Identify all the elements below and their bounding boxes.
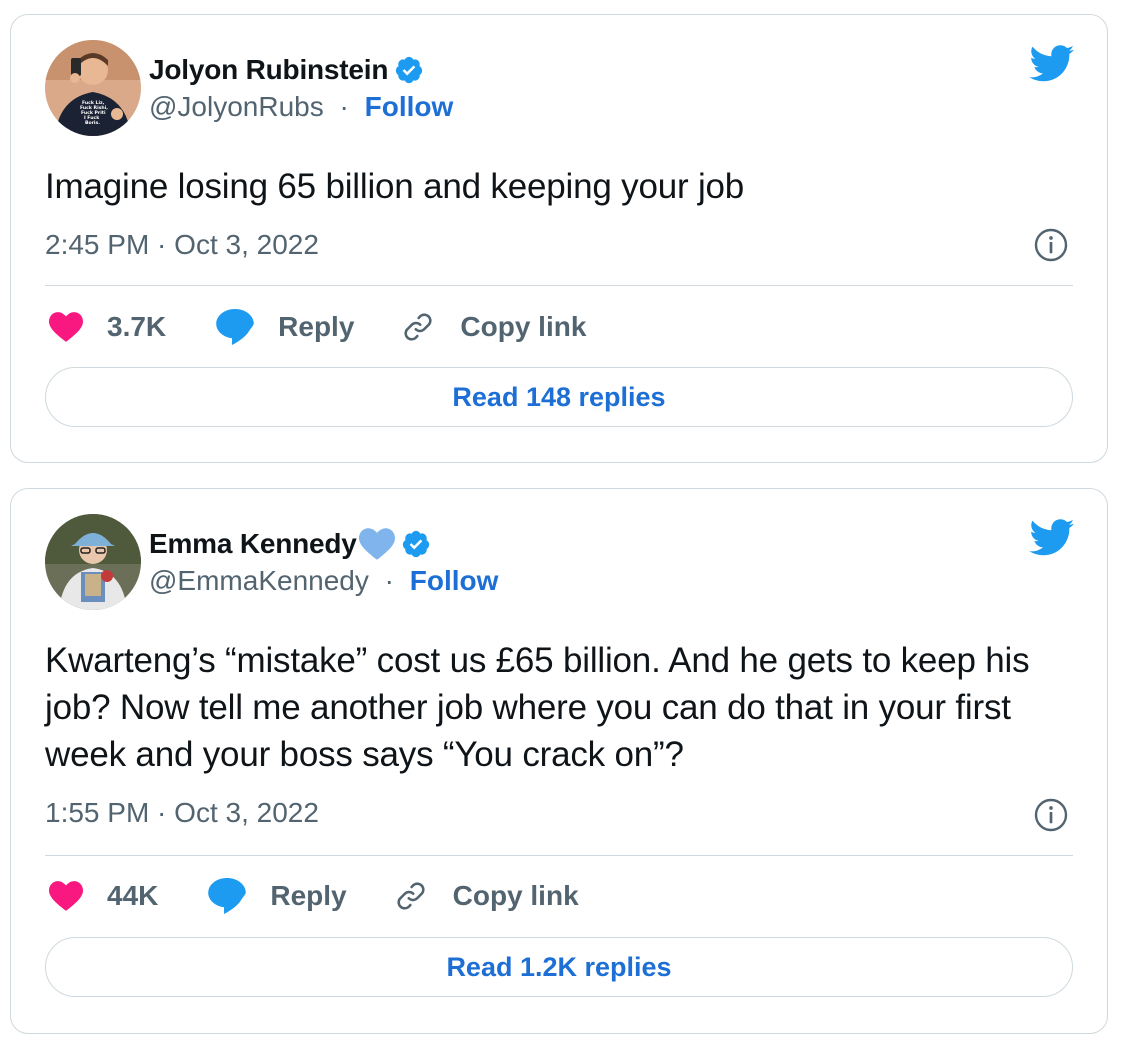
avatar[interactable] (45, 514, 141, 610)
copy-link-button[interactable]: Copy link (393, 878, 579, 914)
action-bar: 44K Reply Copy link (49, 874, 1073, 918)
read-replies-button[interactable]: Read 1.2K replies (45, 937, 1073, 997)
reply-label: Reply (270, 880, 347, 911)
speech-bubble-icon (216, 309, 254, 345)
like-count: 44K (107, 880, 159, 911)
divider (45, 285, 1073, 286)
author-handle[interactable]: @EmmaKennedy (149, 565, 369, 596)
info-icon[interactable] (1033, 227, 1069, 268)
copy-link-button[interactable]: Copy link (400, 309, 586, 345)
twitter-bird-icon[interactable] (1029, 45, 1075, 88)
author-row: Emma Kennedy (149, 527, 431, 561)
copy-link-label: Copy link (452, 880, 579, 911)
info-icon[interactable] (1033, 797, 1069, 838)
svg-text:Boris.: Boris. (85, 120, 100, 126)
blue-heart-icon (358, 528, 395, 560)
follow-button[interactable]: Follow (365, 91, 454, 122)
like-button[interactable]: 3.7K (49, 311, 166, 343)
verified-badge-icon (394, 55, 424, 85)
divider (45, 855, 1073, 856)
tweet-timestamp[interactable]: 1:55 PM · Oct 3, 2022 (45, 797, 319, 829)
tweet-card: Fuck Liz, Fuck Rishi, Fuck Priti I Fuck … (10, 14, 1108, 463)
twitter-bird-icon[interactable] (1029, 519, 1075, 562)
copy-link-label: Copy link (460, 311, 587, 342)
reply-label: Reply (278, 311, 355, 342)
like-count: 3.7K (107, 311, 167, 342)
tweet-timestamp[interactable]: 2:45 PM · Oct 3, 2022 (45, 229, 319, 261)
link-icon (393, 878, 429, 914)
like-button[interactable]: 44K (49, 880, 158, 912)
tweet-text: Kwarteng’s “mistake” cost us £65 billion… (45, 641, 1030, 774)
handle-separator: · (339, 91, 349, 122)
reply-button[interactable]: Reply (216, 309, 354, 345)
handle-row: @EmmaKennedy · Follow (149, 565, 498, 597)
tweet-card: Emma Kennedy @EmmaKennedy · Follow Kwart… (10, 488, 1108, 1034)
read-replies-button[interactable]: Read 148 replies (45, 367, 1073, 427)
tweet-text: Imagine losing 65 billion and keeping yo… (45, 167, 745, 206)
author-handle[interactable]: @JolyonRubs (149, 91, 324, 122)
handle-separator: · (384, 565, 394, 596)
speech-bubble-icon (208, 878, 247, 914)
avatar[interactable]: Fuck Liz, Fuck Rishi, Fuck Priti I Fuck … (45, 40, 141, 136)
link-icon (400, 309, 436, 345)
handle-row: @JolyonRubs · Follow (149, 91, 453, 123)
action-bar: 3.7K Reply Copy link (49, 305, 1073, 349)
author-name[interactable]: Emma Kennedy (149, 528, 357, 560)
reply-button[interactable]: Reply (208, 878, 347, 914)
follow-button[interactable]: Follow (410, 565, 499, 596)
author-name[interactable]: Jolyon Rubinstein (149, 54, 388, 86)
heart-icon (49, 312, 83, 342)
author-row: Jolyon Rubinstein (149, 53, 424, 87)
verified-badge-icon (401, 529, 431, 559)
heart-icon (49, 881, 83, 911)
